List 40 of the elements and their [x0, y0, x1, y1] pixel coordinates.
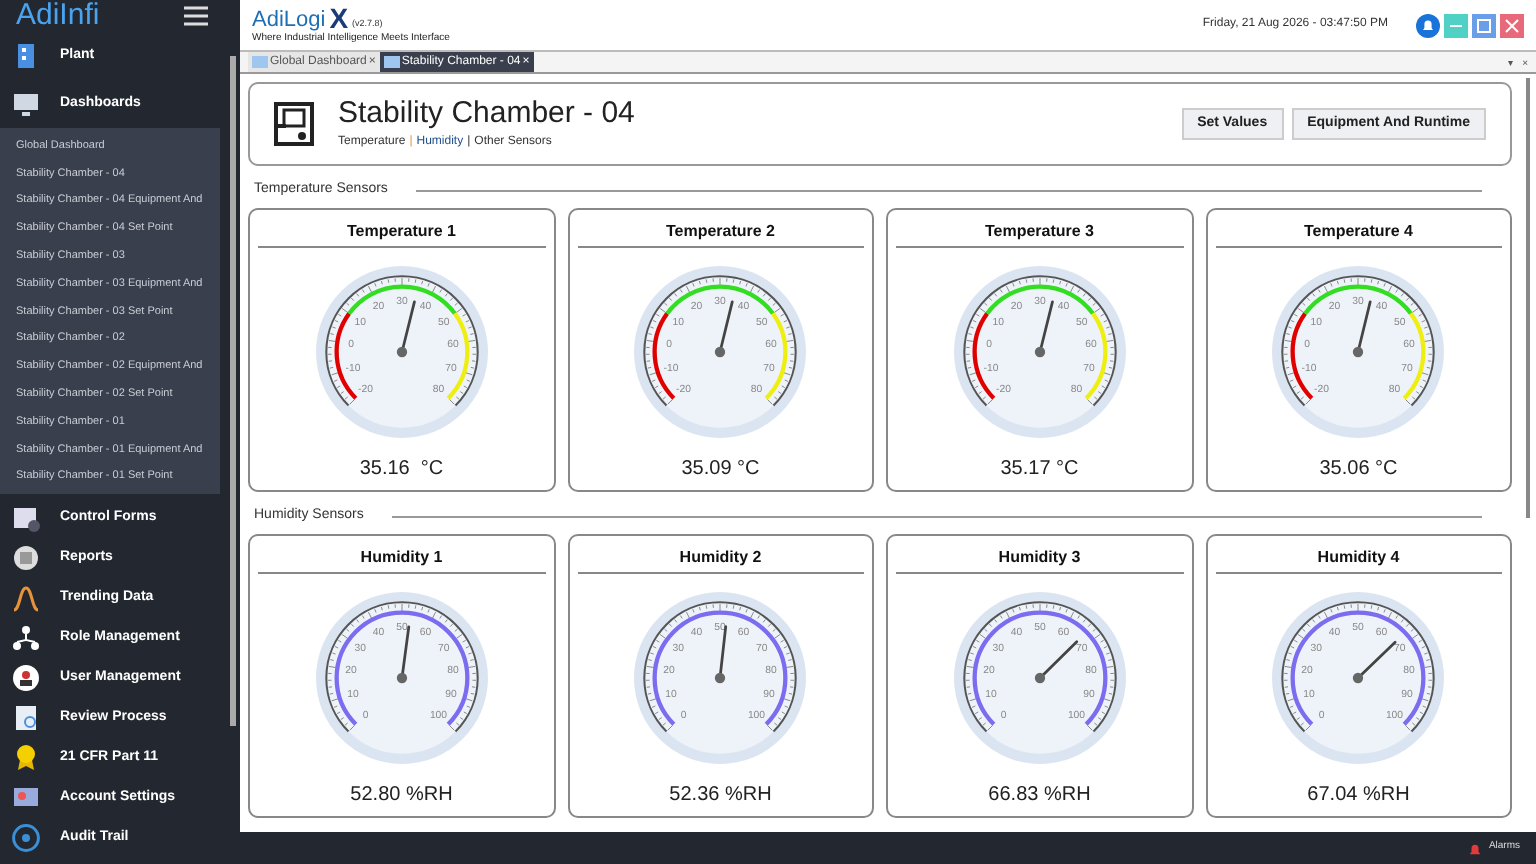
sensor-title: Temperature 3 [984, 220, 1095, 244]
sensor-reading: 35.06 °C [1319, 456, 1398, 484]
app-mark: X [329, 3, 349, 32]
report-icon [12, 544, 40, 573]
page-title: Stability Chamber - 04 [338, 96, 635, 134]
building-icon [12, 42, 40, 70]
monitor-icon [252, 55, 268, 69]
target-icon [12, 824, 40, 853]
ribbon-icon [12, 744, 40, 773]
sensor-title: Temperature 2 [665, 220, 776, 244]
brand-logo: AdiInfi [16, 0, 100, 36]
sensor-title: Humidity 3 [998, 546, 1081, 570]
app-name: AdiLogi [252, 9, 326, 32]
monitor-icon [383, 55, 400, 69]
form-icon [12, 504, 40, 533]
bell-icon [1468, 841, 1483, 855]
sensor-reading: 52.36 %RH [669, 782, 772, 810]
bell-icon[interactable] [1416, 13, 1440, 37]
scrollbar[interactable] [229, 56, 235, 726]
sensor-title: Temperature 1 [346, 220, 457, 244]
sensor-reading: 35.09 °C [681, 456, 760, 484]
chamber-icon [274, 102, 314, 146]
curve-icon [12, 584, 40, 613]
user-icon [12, 664, 40, 693]
menu-icon[interactable] [184, 6, 208, 26]
sensor-title: Humidity 2 [679, 546, 762, 570]
sensor-reading: 67.04 %RH [1307, 782, 1410, 810]
sensor-reading: 66.83 %RH [988, 782, 1091, 810]
scrollbar[interactable] [1526, 78, 1530, 518]
sensor-title: Temperature 4 [1303, 220, 1414, 244]
sensor-reading: 52.80 %RH [350, 782, 453, 810]
close-icon[interactable] [1500, 13, 1524, 37]
window-icon[interactable] [1472, 13, 1496, 37]
monitor-icon [12, 90, 40, 118]
hierarchy-icon [12, 624, 40, 653]
sensor-title: Humidity 1 [360, 546, 443, 570]
clipboard-icon [12, 704, 40, 733]
sensor-reading: 35.17 °C [1000, 456, 1079, 484]
sensor-title: Humidity 4 [1317, 546, 1400, 570]
sensor-reading: 35.16 °C [359, 456, 444, 484]
